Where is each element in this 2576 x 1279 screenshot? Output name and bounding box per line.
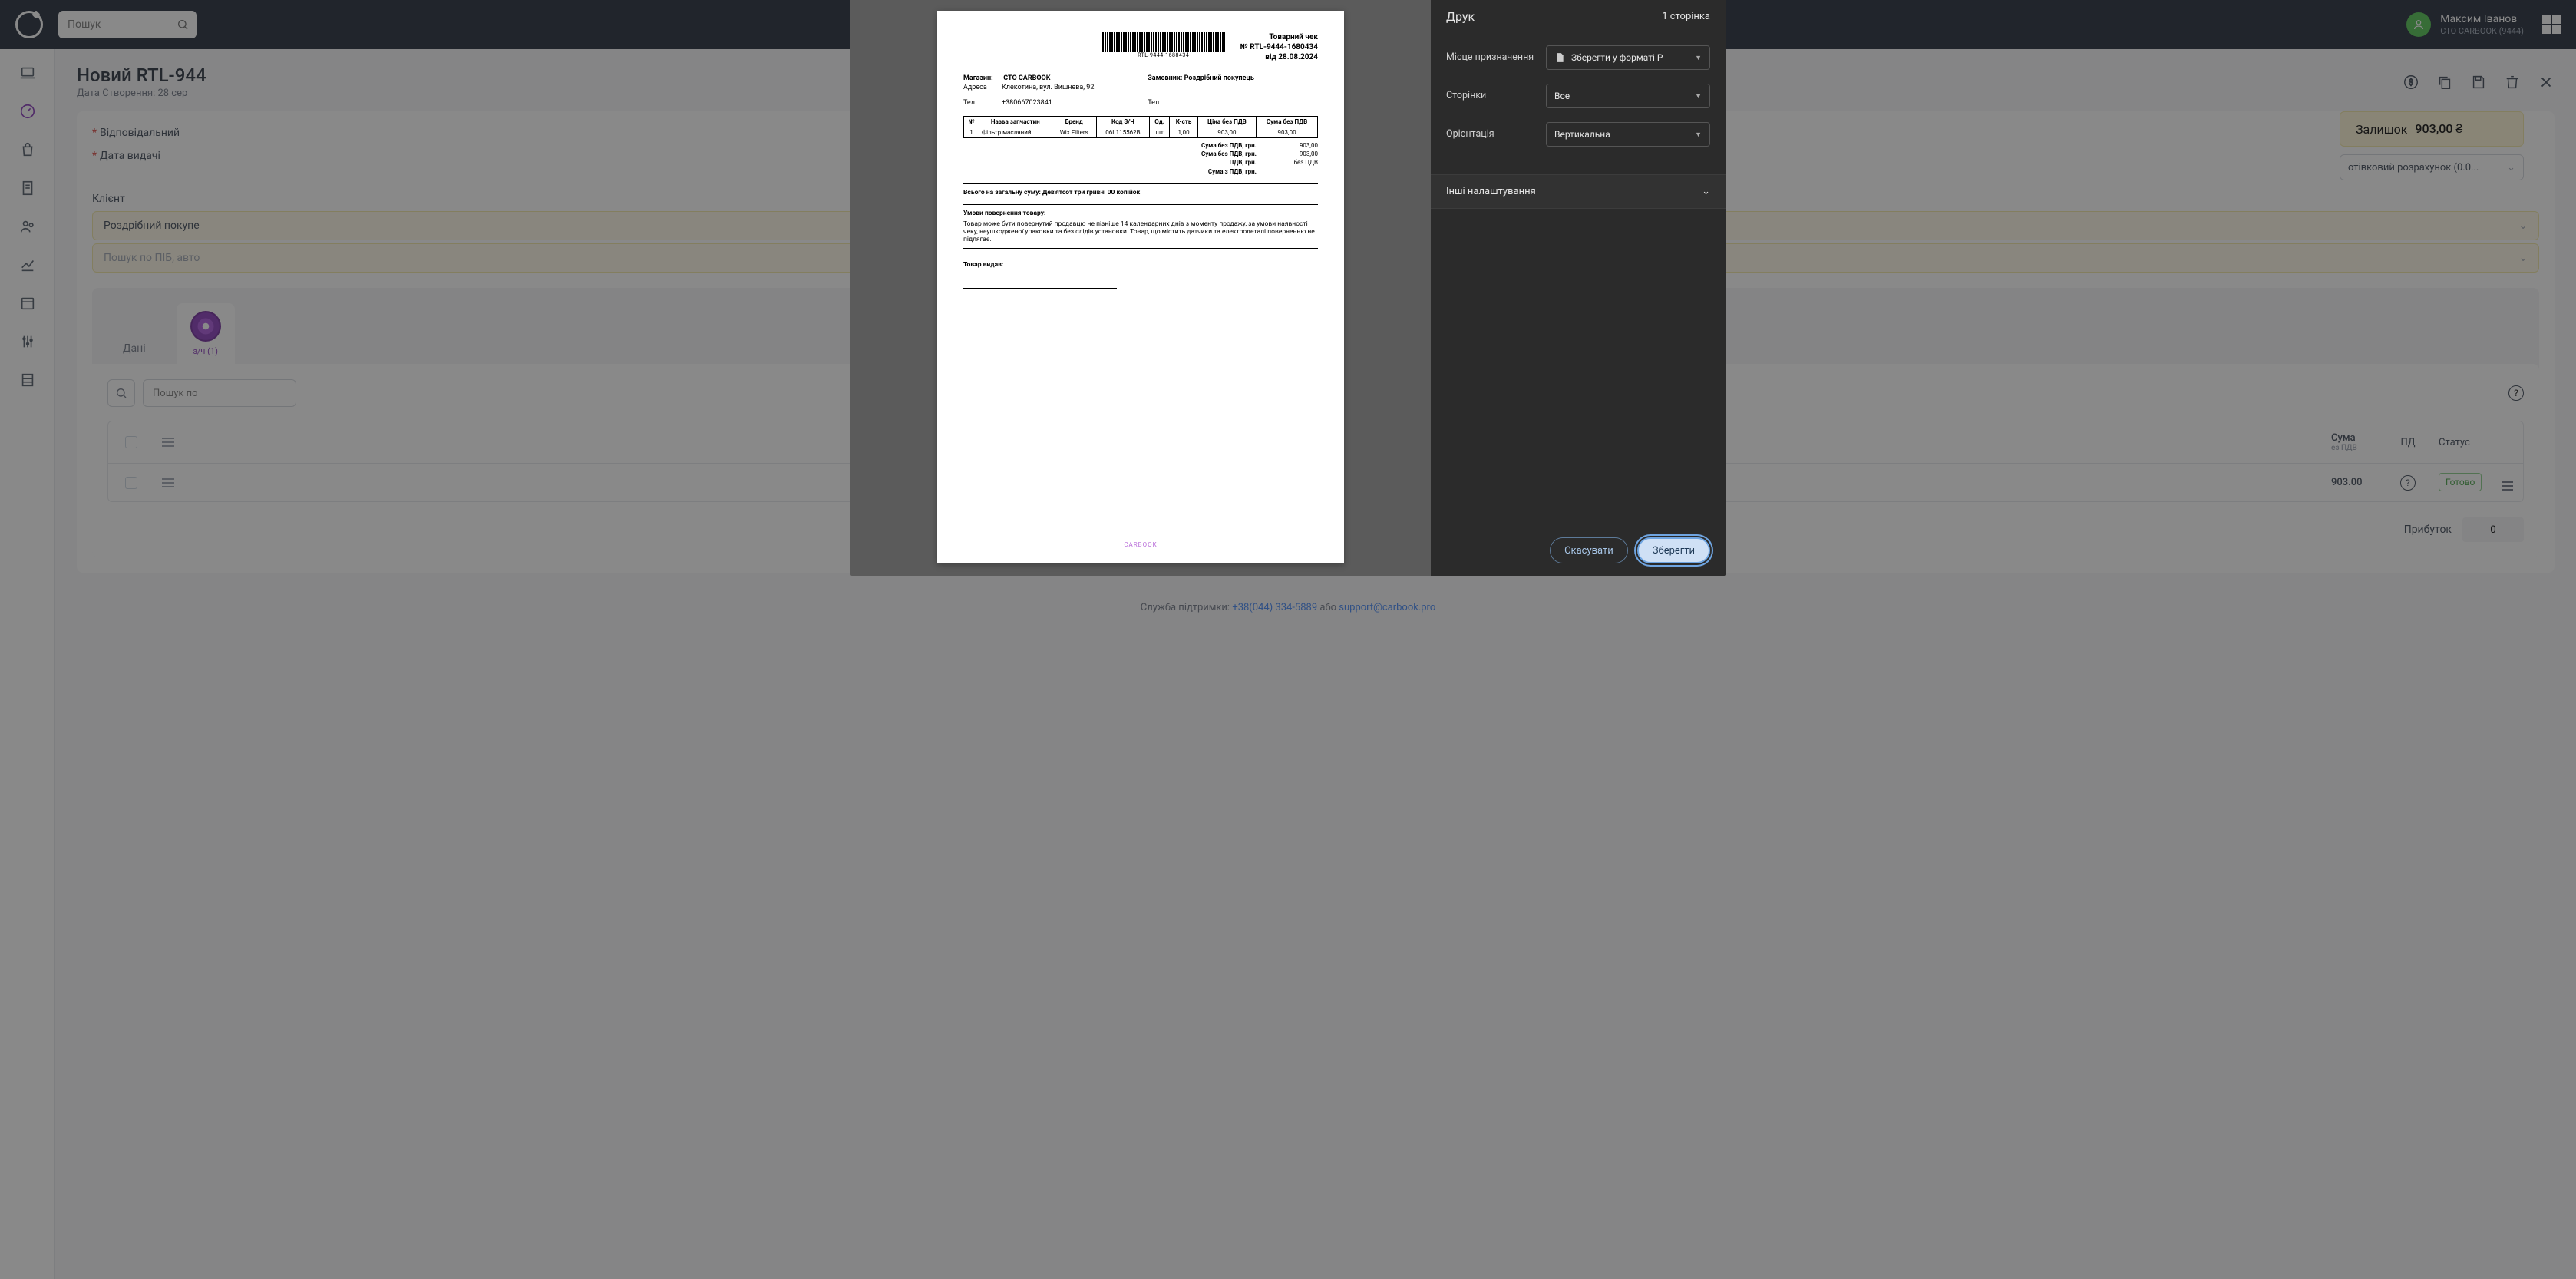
chevron-down-icon: ▼ xyxy=(1695,54,1702,62)
destination-label: Місце призначення xyxy=(1446,51,1546,64)
receipt-brand: CARBOOK xyxy=(937,541,1344,548)
destination-select[interactable]: Зберегти у форматі P▼ xyxy=(1546,45,1710,70)
orientation-label: Орієнтація xyxy=(1446,128,1546,140)
file-icon xyxy=(1554,52,1565,63)
receipt-date: від 28.08.2024 xyxy=(1240,52,1318,62)
chevron-down-icon: ⌄ xyxy=(1702,186,1710,197)
print-page-count: 1 сторінка xyxy=(1662,11,1710,22)
return-policy: Товар може бути повернутий продавцю не п… xyxy=(963,220,1318,243)
total-words: Всього на загальну суму: Дев'ятсот три г… xyxy=(963,189,1140,197)
more-settings-toggle[interactable]: Інші налаштування ⌄ xyxy=(1431,174,1726,209)
chevron-down-icon: ▼ xyxy=(1695,131,1702,139)
print-preview-area: RTL-9444-1688434 Товарний чек № RTL-9444… xyxy=(850,0,1431,576)
receipt-page: RTL-9444-1688434 Товарний чек № RTL-9444… xyxy=(937,11,1344,563)
print-panel-title: Друк xyxy=(1446,9,1475,24)
print-dialog-overlay: RTL-9444-1688434 Товарний чек № RTL-9444… xyxy=(0,0,2576,1279)
receipt-number: № RTL-9444-1680434 xyxy=(1240,42,1318,52)
print-dialog: RTL-9444-1688434 Товарний чек № RTL-9444… xyxy=(850,0,1726,576)
orientation-select[interactable]: Вертикальна▼ xyxy=(1546,122,1710,147)
receipt-table: №Назва запчастинБрендКод З/ЧОд.К-стьЦіна… xyxy=(963,116,1318,138)
signature-line xyxy=(963,273,1117,289)
cancel-button[interactable]: Скасувати xyxy=(1550,537,1628,563)
pages-label: Сторінки xyxy=(1446,90,1546,102)
chevron-down-icon: ▼ xyxy=(1695,92,1702,101)
pages-select[interactable]: Все▼ xyxy=(1546,84,1710,108)
barcode: RTL-9444-1688434 xyxy=(1102,32,1225,58)
save-button[interactable]: Зберегти xyxy=(1637,537,1710,563)
receipt-title: Товарний чек xyxy=(1240,32,1318,42)
